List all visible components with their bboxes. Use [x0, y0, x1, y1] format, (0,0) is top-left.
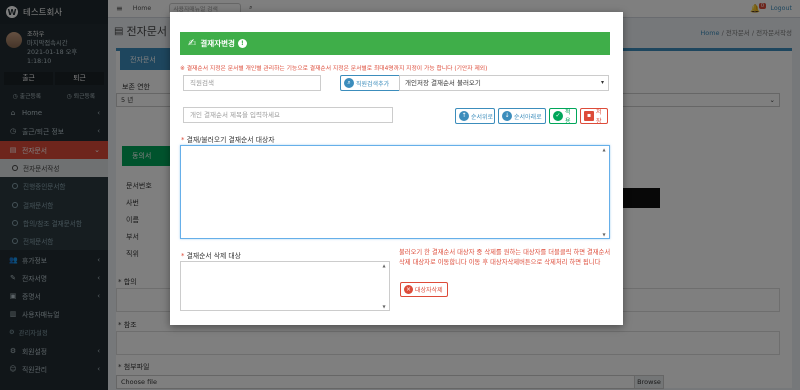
search-icon: ⌕: [344, 78, 354, 88]
scrollbar[interactable]: ▲ ▼: [381, 263, 387, 309]
delete-instructions: 불러오기 한 결재순서 대상자 중 삭제를 원하는 대상자를 더블클릭 하면 결…: [399, 249, 611, 266]
staff-search-input[interactable]: 직원검색: [183, 75, 321, 91]
apply-button[interactable]: ✓ 적용: [549, 108, 577, 125]
save-button[interactable]: ▪ 저장: [580, 108, 608, 125]
edit-icon: ✍: [188, 38, 197, 49]
arrow-down-icon: ↓: [502, 111, 512, 121]
move-up-button[interactable]: ↑ 순서위로: [455, 108, 495, 124]
approver-target-list[interactable]: ▲ ▼: [180, 145, 610, 239]
delete-target-button[interactable]: × 대상자삭제: [400, 282, 448, 297]
delete-target-list[interactable]: ▲ ▼: [180, 261, 390, 311]
modal-header: ✍ 결재자변경 !: [180, 32, 610, 55]
arrow-up-icon: ↑: [459, 111, 469, 121]
info-icon[interactable]: !: [237, 39, 247, 48]
save-icon: ▪: [584, 111, 594, 121]
move-down-button[interactable]: ↓ 순서아래로: [498, 108, 546, 124]
staff-search-add-button[interactable]: ⌕ 직원검색추가: [340, 75, 406, 91]
modal-title: 결재자변경: [200, 39, 235, 48]
scrollbar[interactable]: ▲ ▼: [601, 147, 607, 237]
close-icon: ×: [404, 285, 413, 294]
check-icon: ✓: [553, 111, 563, 121]
order-title-input[interactable]: 개인 결재순서 제목을 입력하세요: [183, 107, 393, 123]
chevron-down-icon: ▾: [600, 79, 604, 86]
approver-change-modal: ✍ 결재자변경 ! ※ 결재순서 지정은 문서별 개인별 관리하는 기능으로 결…: [170, 12, 623, 325]
delete-list-label: * 결재순서 삭제 대상: [181, 252, 241, 260]
load-order-select[interactable]: 개인저장 결재순서 불러오기 ▾: [399, 75, 609, 91]
target-list-label: * 결재/불러오기 결재순서 대상자: [181, 136, 275, 144]
modal-notice: ※ 결재순서 지정은 문서별 개인별 관리하는 기능으로 결재순서 지정은 문서…: [180, 66, 488, 72]
